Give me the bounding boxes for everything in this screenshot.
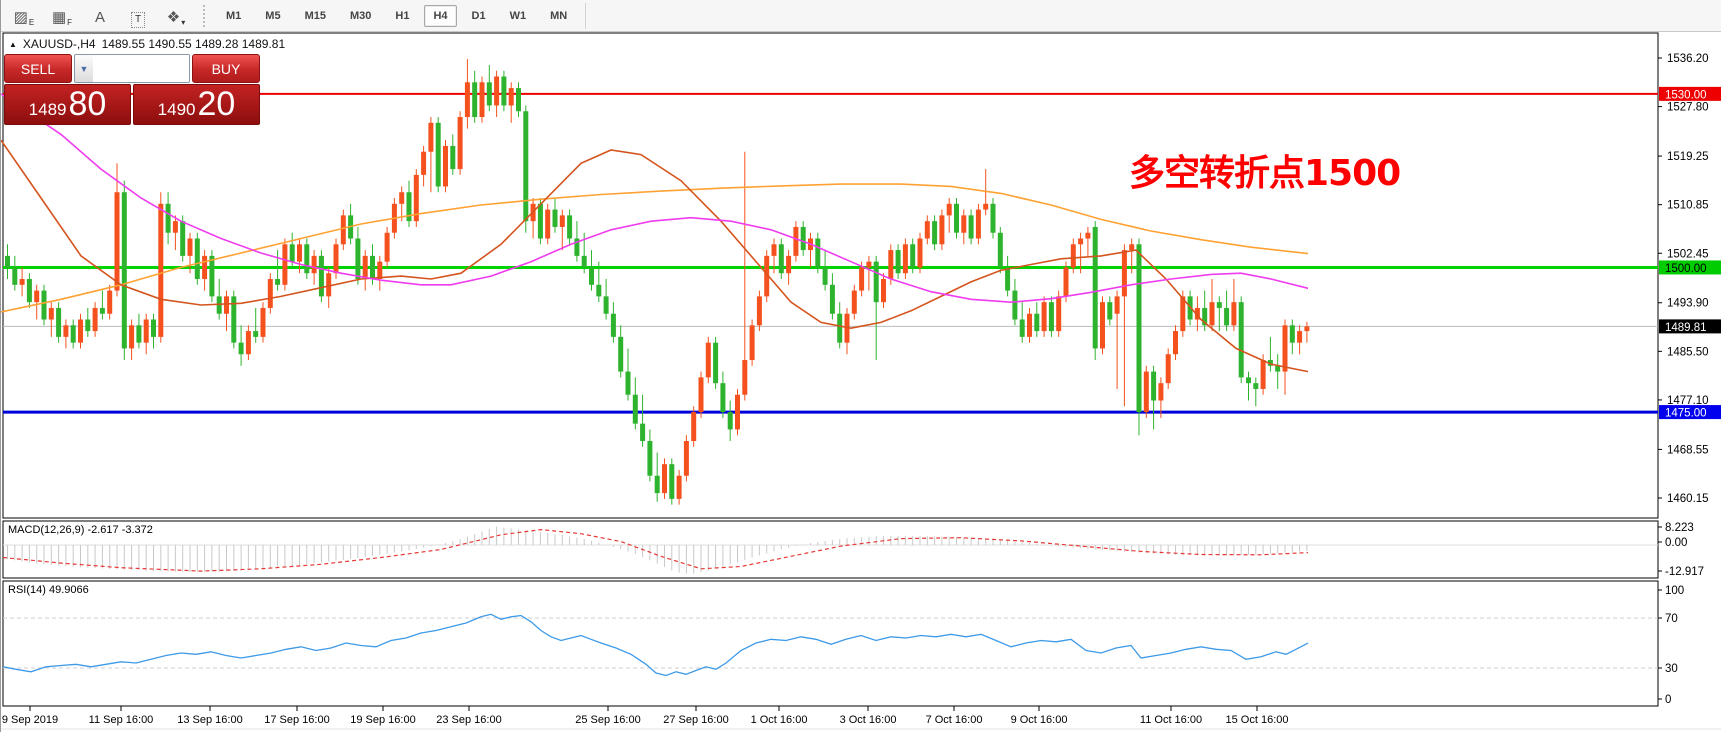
tab-timeframe-d1[interactable]: D1 [463, 5, 495, 27]
svg-text:1460.15: 1460.15 [1667, 493, 1709, 505]
template-grid-icon[interactable]: ▦F [47, 4, 77, 28]
svg-text:15 Oct 16:00: 15 Oct 16:00 [1226, 714, 1289, 726]
svg-text:30: 30 [1665, 663, 1678, 675]
sell-quote-box[interactable]: 1489 80 [4, 84, 131, 125]
tab-timeframe-mn[interactable]: MN [541, 5, 576, 27]
objects-tool-icon-glyph: ❖ [167, 8, 180, 28]
svg-text:9 Sep 2019: 9 Sep 2019 [2, 714, 58, 726]
tab-timeframe-w1[interactable]: W1 [501, 5, 536, 27]
pane-frames [3, 33, 1658, 706]
toolbar-grip[interactable] [201, 5, 206, 27]
svg-text:9 Oct 16:00: 9 Oct 16:00 [1011, 714, 1068, 726]
tab-timeframe-h1[interactable]: H1 [386, 5, 418, 27]
svg-text:1519.25: 1519.25 [1667, 151, 1709, 163]
label-tool-icon[interactable]: T [123, 4, 153, 28]
rsi-indicator-label: RSI(14) 49.9066 [8, 584, 89, 596]
timeframe-buttons-group: M1 M5 M15 M30 H1 H4 D1 W1MN [214, 5, 579, 27]
text-tool-icon-glyph: A [95, 8, 105, 28]
svg-text:1489.81: 1489.81 [1665, 322, 1707, 334]
tab-timeframe-m5[interactable]: M5 [256, 5, 289, 27]
svg-text:27 Sep 16:00: 27 Sep 16:00 [663, 714, 728, 726]
svg-text:1500.00: 1500.00 [1665, 263, 1707, 275]
svg-text:8.223: 8.223 [1665, 522, 1694, 534]
svg-text:1493.90: 1493.90 [1667, 298, 1709, 310]
template-grid-icon-glyph: ▦ [52, 8, 66, 28]
text-tool-icon[interactable]: A [85, 4, 115, 28]
svg-text:3 Oct 16:00: 3 Oct 16:00 [840, 714, 897, 726]
svg-text:100: 100 [1665, 585, 1684, 597]
sell-pips: 80 [69, 87, 107, 121]
chart-annotation-text: 多空转折点1500 [1129, 144, 1400, 196]
macd-indicator-label: MACD(12,26,9) -2.617 -3.372 [8, 524, 153, 536]
tab-timeframe-m15[interactable]: M15 [296, 5, 335, 27]
volume-input[interactable] [93, 55, 190, 82]
svg-text:19 Sep 16:00: 19 Sep 16:00 [350, 714, 415, 726]
top-toolbar: ▨E ▦F A T ❖▾ M1 M5 M15 M30 H1 H4 D1 W1MN [1, 0, 1721, 32]
svg-text:1510.85: 1510.85 [1667, 200, 1709, 212]
drawing-tools-group: ▨E ▦F A T ❖▾ [9, 4, 199, 28]
tab-timeframe-h4[interactable]: H4 [424, 5, 456, 27]
buy-big-figure: 1490 [158, 101, 196, 118]
symbol-ohlc-bar: ▲ XAUUSD-,H4 1489.55 1490.55 1489.28 148… [9, 37, 285, 51]
collapse-triangle-icon[interactable]: ▲ [9, 40, 17, 49]
trading-terminal-window: ▨E ▦F A T ❖▾ M1 M5 M15 M30 H1 H4 D1 W1MN 1536.20 152… [0, 0, 1721, 732]
indicator-list-icon[interactable]: ▨E [9, 4, 39, 28]
volume-stepper: ▼ ▲ [74, 54, 190, 83]
toolbar-separator [585, 3, 586, 29]
svg-text:0.00: 0.00 [1665, 537, 1687, 549]
svg-text:70: 70 [1665, 613, 1678, 625]
tab-timeframe-m1[interactable]: M1 [217, 5, 250, 27]
sell-button[interactable]: SELL [4, 54, 72, 83]
svg-text:1475.00: 1475.00 [1665, 408, 1707, 420]
svg-text:1468.55: 1468.55 [1667, 444, 1709, 456]
svg-text:-12.917: -12.917 [1665, 566, 1704, 578]
svg-text:25 Sep 16:00: 25 Sep 16:00 [575, 714, 640, 726]
indicator-list-icon-glyph: ▨ [14, 8, 28, 28]
sell-big-figure: 1489 [29, 101, 67, 118]
buy-pips: 20 [198, 87, 236, 121]
svg-text:7 Oct 16:00: 7 Oct 16:00 [926, 714, 983, 726]
svg-text:1485.50: 1485.50 [1667, 346, 1709, 358]
svg-text:0: 0 [1665, 694, 1671, 706]
price-axis: 1536.20 1527.80 1519.25 1510.85 1502.45 1493.… [1658, 53, 1721, 706]
volume-decrease-icon[interactable]: ▼ [75, 55, 93, 82]
buy-quote-box[interactable]: 1490 20 [133, 84, 260, 125]
time-axis: 9 Sep 2019 11 Sep 16:00 13 Sep 16:00 17 Sep… [1, 706, 1721, 729]
ohlc-values: 1489.55 1490.55 1489.28 1489.81 [102, 37, 286, 51]
svg-text:1 Oct 16:00: 1 Oct 16:00 [751, 714, 808, 726]
symbol-label: XAUUSD-,H4 [23, 37, 96, 51]
svg-text:1530.00: 1530.00 [1665, 89, 1707, 101]
tab-timeframe-m30[interactable]: M30 [341, 5, 380, 27]
svg-text:23 Sep 16:00: 23 Sep 16:00 [436, 714, 501, 726]
svg-text:11 Sep 16:00: 11 Sep 16:00 [89, 714, 154, 726]
objects-tool-icon[interactable]: ❖▾ [161, 4, 191, 28]
svg-text:13 Sep 16:00: 13 Sep 16:00 [177, 714, 242, 726]
svg-text:1527.80: 1527.80 [1667, 102, 1709, 114]
one-click-trade-panel: SELL ▼ ▲ BUY 1489 80 1490 20 [4, 54, 260, 125]
svg-text:1536.20: 1536.20 [1667, 53, 1709, 65]
svg-text:17 Sep 16:00: 17 Sep 16:00 [264, 714, 329, 726]
svg-text:1502.45: 1502.45 [1667, 248, 1709, 260]
label-tool-icon-glyph: T [131, 12, 145, 28]
svg-text:11 Oct 16:00: 11 Oct 16:00 [1140, 714, 1202, 726]
buy-button[interactable]: BUY [192, 54, 260, 83]
